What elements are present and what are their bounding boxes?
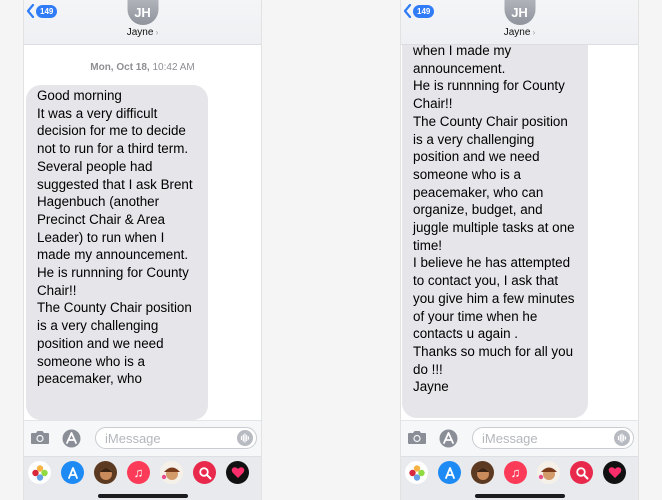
message-composer: iMessage [401,420,638,457]
incoming-message-bubble[interactable]: Good morning It was a very difficult dec… [26,85,208,420]
memoji-icon[interactable] [471,461,494,484]
message-composer: iMessage [24,420,261,457]
music-note-glyph: ♫ [510,465,521,480]
audio-waveform-icon[interactable] [237,430,253,446]
photos-icon[interactable] [405,461,428,484]
photos-icon[interactable] [28,461,51,484]
conversation-header: 149 JH Jayne › [401,0,638,45]
memoji-sticker-icon[interactable] [537,461,560,484]
chevron-right-icon: › [153,28,159,37]
timestamp-date: Mon, Oct 18, [90,62,150,73]
unread-count-badge: 149 [413,4,435,18]
home-indicator[interactable] [474,494,565,498]
audio-waveform-icon[interactable] [614,430,630,446]
conversation-header: 149 JH Jayne › [24,0,261,45]
imessage-input[interactable]: iMessage [95,427,257,449]
digital-touch-icon[interactable] [603,461,626,484]
music-note-glyph: ♫ [133,465,144,480]
home-indicator[interactable] [97,494,188,498]
image-search-icon[interactable] [193,461,216,484]
back-button[interactable]: 149 [403,3,435,19]
avatar[interactable]: JH [504,0,535,25]
chevron-left-icon [403,4,412,18]
conversation-screen-left: 149 JH Jayne › Mon, Oct 18, 10:42 AM Goo… [23,0,262,500]
contact-name-label: Jayne [503,27,531,38]
image-search-icon[interactable] [570,461,593,484]
app-store-icon[interactable] [438,461,461,484]
contact-name-label: Jayne [126,27,154,38]
chevron-left-icon [26,4,35,18]
input-placeholder: iMessage [105,431,161,446]
incoming-message-bubble[interactable]: when I made my announcement. He is runnn… [402,20,588,418]
timestamp-time: 10:42 AM [152,62,195,73]
imessage-input[interactable]: iMessage [472,427,634,449]
app-store-icon[interactable] [61,461,84,484]
app-store-icon[interactable] [62,429,81,448]
contact-name[interactable]: Jayne › [401,27,638,38]
unread-count-badge: 149 [36,4,58,18]
memoji-sticker-icon[interactable] [160,461,183,484]
memoji-icon[interactable] [94,461,117,484]
app-store-icon[interactable] [439,429,458,448]
music-icon[interactable]: ♫ [504,461,527,484]
app-drawer: ♫ [401,456,638,500]
avatar[interactable]: JH [127,0,158,25]
camera-icon[interactable] [407,430,427,445]
digital-touch-icon[interactable] [226,461,249,484]
back-button[interactable]: 149 [26,3,58,19]
app-drawer: ♫ [24,456,261,500]
camera-icon[interactable] [30,430,50,445]
music-icon[interactable]: ♫ [127,461,150,484]
contact-name[interactable]: Jayne › [24,27,261,38]
input-placeholder: iMessage [482,431,538,446]
conversation-screen-right: when I made my announcement. He is runnn… [400,0,639,500]
chevron-right-icon: › [530,28,536,37]
message-timestamp: Mon, Oct 18, 10:42 AM [24,62,261,73]
